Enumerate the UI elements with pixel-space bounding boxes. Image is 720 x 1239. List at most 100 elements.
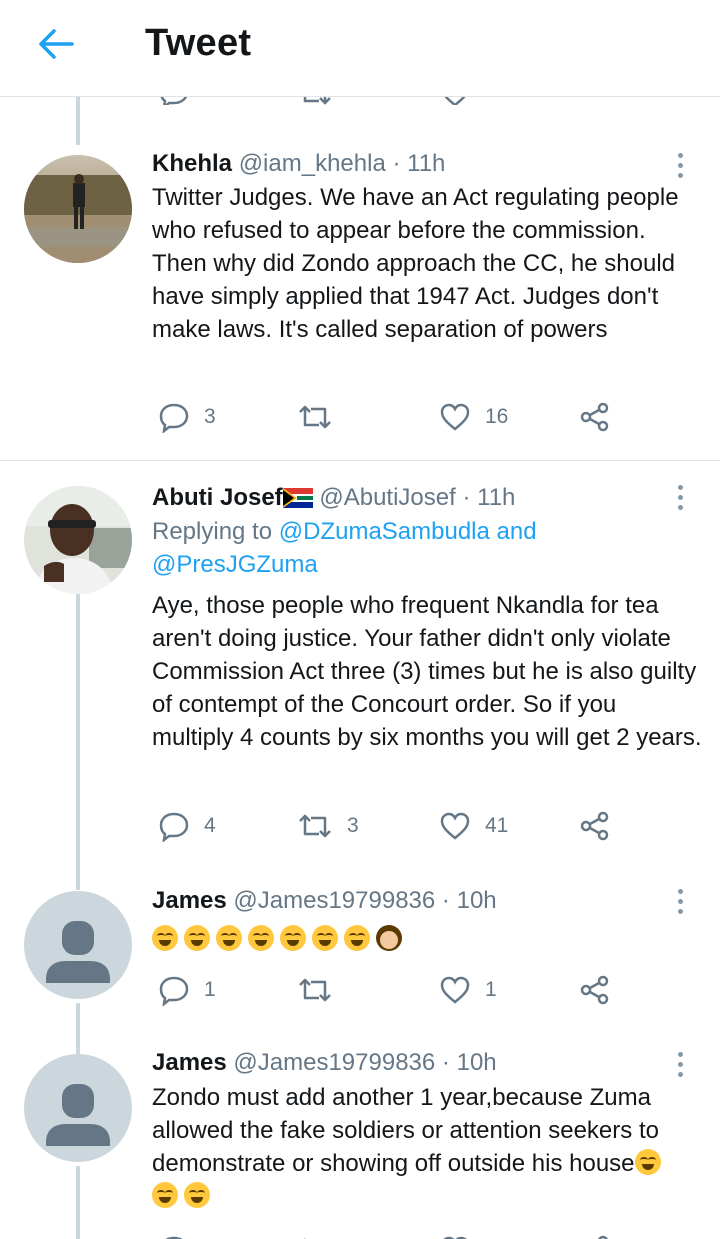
thread-line	[76, 97, 80, 145]
south-africa-flag-icon	[282, 488, 313, 508]
share-button[interactable]	[579, 970, 611, 1010]
retweet-icon	[299, 814, 331, 838]
reply-count: 1	[204, 978, 216, 1001]
avatar[interactable]	[24, 486, 132, 594]
author-handle[interactable]: @AbutiJosef	[319, 484, 455, 511]
retweet-button[interactable]: 3	[297, 806, 359, 846]
tweet-text	[152, 923, 704, 956]
share-icon	[580, 402, 609, 432]
thread-line	[76, 1003, 80, 1056]
author-name[interactable]: James	[152, 887, 227, 914]
arrow-left-icon	[39, 29, 74, 59]
rolling-laughing-emoji	[152, 1182, 178, 1208]
reply-icon	[160, 97, 188, 105]
mention-and[interactable]: and	[490, 518, 537, 545]
tweet-header: James @James19799836 · 10h	[152, 887, 497, 914]
back-button[interactable]	[36, 26, 76, 62]
like-icon	[443, 1236, 467, 1239]
mention-link[interactable]: @PresJGZuma	[152, 551, 318, 578]
tweet-header: Abuti Josef @AbutiJosef · 11h	[152, 484, 516, 511]
retweet-button[interactable]	[297, 970, 347, 1010]
avatar[interactable]	[24, 1054, 132, 1162]
author-name[interactable]: Khehla	[152, 150, 232, 177]
reply-icon	[159, 976, 189, 1006]
tweet-actions: 3 16	[0, 397, 720, 437]
like-button[interactable]	[439, 1230, 471, 1239]
retweet-icon	[299, 978, 331, 1002]
tweet-header: Khehla @iam_khehla · 11h	[152, 150, 446, 177]
share-button[interactable]	[579, 1230, 611, 1239]
more-options-icon[interactable]	[668, 482, 692, 514]
like-count: 16	[485, 405, 509, 428]
reply-icon	[159, 812, 189, 842]
top-app-bar: Tweet	[0, 0, 720, 97]
rolling-laughing-emoji	[184, 1182, 210, 1208]
more-options-icon[interactable]	[668, 886, 692, 918]
replies-feed[interactable]: Khehla @iam_khehla · 11h Twitter Judges.…	[0, 97, 720, 1239]
retweet-button[interactable]	[297, 397, 347, 437]
retweet-icon	[303, 97, 331, 105]
author-handle[interactable]: @James19799836	[233, 1049, 435, 1076]
tweet-actions: 4 3 41	[0, 806, 720, 846]
tweet-text: Aye, those people who frequent Nkandla f…	[152, 592, 702, 751]
reply-button[interactable]: 4	[158, 806, 216, 846]
more-options-icon[interactable]	[668, 1049, 692, 1081]
mention-link[interactable]: @DZumaSambudla	[279, 518, 490, 545]
like-count: 1	[485, 978, 497, 1001]
reply-icon	[159, 403, 189, 433]
like-icon	[440, 976, 470, 1004]
reply-count: 3	[204, 405, 216, 428]
share-button[interactable]	[579, 806, 611, 846]
divider	[0, 460, 720, 461]
like-icon	[444, 97, 466, 105]
share-icon	[580, 811, 609, 841]
avatar[interactable]	[24, 155, 132, 263]
timestamp[interactable]: 11h	[407, 150, 445, 177]
tweet-text: Zondo must add another 1 year,because Zu…	[152, 1081, 704, 1213]
like-button[interactable]: 16	[439, 397, 508, 437]
rolling-laughing-emoji	[152, 925, 178, 951]
more-options-icon[interactable]	[668, 150, 692, 182]
reply-icon	[165, 1236, 183, 1239]
share-button[interactable]	[579, 397, 611, 437]
retweet-icon	[299, 405, 331, 429]
like-count: 41	[485, 814, 509, 837]
author-name[interactable]: James	[152, 1049, 227, 1076]
tweet-actions	[0, 1230, 720, 1239]
like-button[interactable]: 41	[439, 806, 508, 846]
replying-to: Replying to @DZumaSambudla and @PresJGZu…	[152, 518, 537, 578]
reply-button[interactable]	[158, 1230, 190, 1239]
reply-button[interactable]: 3	[158, 397, 216, 437]
retweet-count: 3	[347, 814, 359, 837]
reply-count: 4	[204, 814, 216, 837]
rolling-laughing-emoji	[216, 925, 242, 951]
author-handle[interactable]: @iam_khehla	[239, 150, 386, 177]
like-button[interactable]: 1	[439, 970, 497, 1010]
author-handle[interactable]: @James19799836	[233, 887, 435, 914]
rolling-laughing-emoji	[312, 925, 338, 951]
share-icon	[598, 1235, 608, 1239]
retweet-icon	[304, 1238, 306, 1239]
retweet-button[interactable]	[297, 1230, 333, 1239]
rolling-laughing-emoji	[248, 925, 274, 951]
like-icon	[440, 403, 470, 431]
timestamp[interactable]: 10h	[457, 887, 497, 914]
rolling-laughing-emoji	[184, 925, 210, 951]
timestamp[interactable]: 10h	[457, 1049, 497, 1076]
timestamp[interactable]: 11h	[477, 484, 515, 511]
page-title: Tweet	[145, 22, 252, 64]
tweet-header: James @James19799836 · 10h	[152, 1049, 497, 1076]
share-icon	[580, 975, 609, 1005]
tweet-text: Twitter Judges. We have an Act regulatin…	[152, 184, 679, 343]
default-avatar-icon	[24, 1054, 132, 1162]
tweet-actions: 1 1	[0, 970, 720, 1010]
reply-button[interactable]: 1	[158, 970, 216, 1010]
rolling-laughing-emoji	[280, 925, 306, 951]
thread-line	[76, 1166, 80, 1239]
rolling-laughing-emoji	[634, 1149, 661, 1175]
rolling-laughing-emoji	[344, 925, 370, 951]
previous-tweet-actions	[0, 97, 720, 105]
author-name[interactable]: Abuti Josef	[152, 484, 283, 511]
like-icon	[440, 812, 470, 840]
woman-facepalming-emoji	[376, 925, 402, 951]
